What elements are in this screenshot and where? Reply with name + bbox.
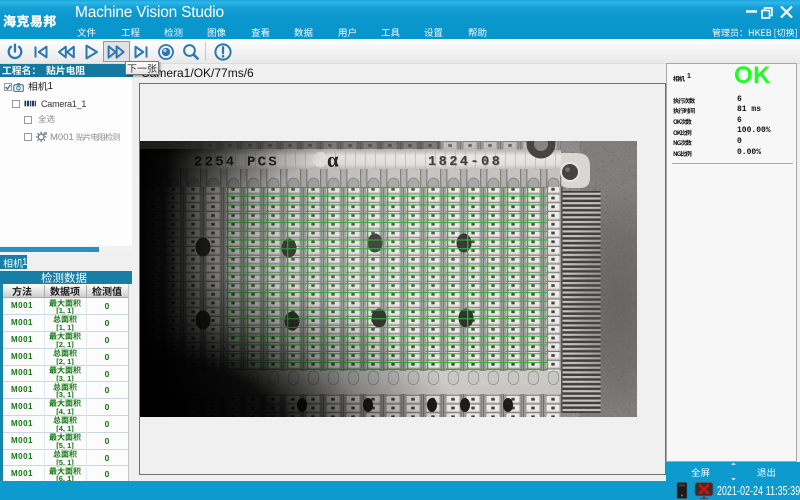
svg-text:1824-08: 1824-08 bbox=[428, 155, 502, 170]
